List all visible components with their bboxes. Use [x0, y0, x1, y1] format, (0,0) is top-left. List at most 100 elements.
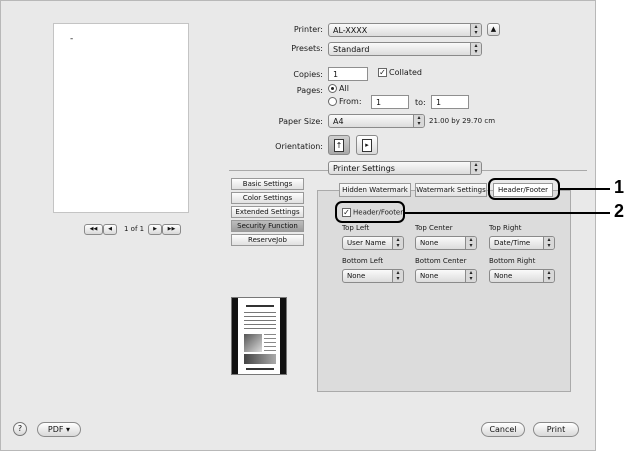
print-label: Print: [546, 425, 566, 434]
preview-dash: -: [70, 34, 74, 44]
thumbnail-photo: [244, 334, 262, 352]
bottom-center-select[interactable]: None ▴ ▾: [415, 269, 477, 283]
thumbnail-text-lines: [244, 312, 276, 332]
presets-select[interactable]: Standard ▴ ▾: [328, 42, 482, 56]
popup-arrows-icon: ▴ ▾: [465, 237, 476, 249]
printer-disclosure-button[interactable]: ▲: [487, 23, 500, 36]
radio-selected-icon: [328, 84, 337, 93]
pdf-button[interactable]: PDF ▾: [37, 422, 81, 437]
callout-line-2: [405, 212, 610, 214]
popup-arrows-icon: ▴ ▾: [413, 115, 424, 127]
tab-label: Watermark Settings: [416, 186, 486, 194]
side-button-reservejob[interactable]: ReserveJob: [231, 234, 304, 246]
thumbnail-left-bar: [232, 298, 238, 374]
triangle-up-icon: ▲: [490, 25, 497, 33]
bottom-center-label: Bottom Center: [415, 257, 467, 265]
print-dialog: - ◀◀ ◀ 1 of 1 ▶ ▶▶ Printer: AL-XXXX ▴ ▾ ▲…: [0, 0, 596, 451]
popup-arrows-icon: ▴ ▾: [543, 270, 554, 282]
portrait-icon: ↑: [334, 139, 344, 152]
bottom-right-label: Bottom Right: [489, 257, 536, 265]
popup-arrows-icon: ▴ ▾: [392, 237, 403, 249]
section-select[interactable]: Printer Settings ▴ ▾: [328, 161, 482, 175]
bottom-center-value: None: [420, 272, 439, 280]
section-value: Printer Settings: [333, 164, 395, 173]
top-left-label: Top Left: [342, 224, 370, 232]
next-page-icon: ▶: [153, 226, 157, 232]
popup-arrows-icon: ▴ ▾: [465, 270, 476, 282]
side-button-label: Basic Settings: [242, 180, 293, 188]
top-right-label: Top Right: [489, 224, 522, 232]
popup-arrows-icon: ▴ ▾: [470, 162, 481, 174]
tab-label: Hidden Watermark: [342, 186, 408, 194]
paper-dimensions: 21.00 by 29.70 cm: [429, 117, 496, 125]
collated-check-icon: ✓: [378, 68, 387, 77]
first-page-icon: ◀◀: [89, 226, 98, 232]
bottom-right-select[interactable]: None ▴ ▾: [489, 269, 555, 283]
bottom-right-value: None: [494, 272, 513, 280]
side-button-label: Extended Settings: [235, 208, 300, 216]
landscape-icon: ▸: [362, 139, 372, 152]
top-center-value: None: [420, 239, 439, 247]
paper-size-label: Paper Size:: [278, 117, 323, 126]
bottom-left-value: None: [347, 272, 366, 280]
orientation-portrait-button[interactable]: ↑: [328, 135, 350, 155]
bottom-left-label: Bottom Left: [342, 257, 384, 265]
thumbnail-right-bar: [280, 298, 286, 374]
side-button-color-settings[interactable]: Color Settings: [231, 192, 304, 204]
pages-all-label: All: [339, 84, 349, 93]
callout-number-2: 2: [614, 201, 625, 221]
side-button-label: Security Function: [237, 222, 298, 230]
side-button-basic-settings[interactable]: Basic Settings: [231, 178, 304, 190]
printer-select[interactable]: AL-XXXX ▴ ▾: [328, 23, 482, 37]
callout-ring-1: [488, 178, 560, 200]
orientation-landscape-button[interactable]: ▸: [356, 135, 378, 155]
side-button-extended-settings[interactable]: Extended Settings: [231, 206, 304, 218]
callout-number-1: 1: [614, 177, 625, 197]
preview-prev-button[interactable]: ◀: [103, 224, 117, 235]
print-button[interactable]: Print: [533, 422, 579, 437]
thumbnail-text-lines-2: [264, 334, 276, 352]
preview-first-button[interactable]: ◀◀: [84, 224, 103, 235]
pages-from-field[interactable]: 1: [371, 95, 409, 109]
help-icon: ?: [17, 424, 23, 433]
callout-ring-2: [335, 201, 405, 223]
popup-arrows-icon: ▴ ▾: [392, 270, 403, 282]
side-button-security-function[interactable]: Security Function: [231, 220, 304, 232]
pages-from-label: From:: [339, 97, 362, 106]
presets-label: Presets:: [291, 44, 323, 53]
top-left-select[interactable]: User Name ▴ ▾: [342, 236, 404, 250]
printer-label: Printer:: [293, 25, 323, 34]
pdf-label: PDF ▾: [47, 425, 71, 434]
top-right-value: Date/Time: [494, 239, 531, 247]
preview-last-button[interactable]: ▶▶: [162, 224, 181, 235]
tab-watermark-settings[interactable]: Watermark Settings: [415, 183, 487, 197]
last-page-icon: ▶▶: [167, 226, 176, 232]
top-right-select[interactable]: Date/Time ▴ ▾: [489, 236, 555, 250]
side-button-label: Color Settings: [242, 194, 293, 202]
cancel-label: Cancel: [489, 425, 517, 434]
popup-arrows-icon: ▴ ▾: [470, 24, 481, 36]
paper-size-select[interactable]: A4 ▴ ▾: [328, 114, 425, 128]
cancel-button[interactable]: Cancel: [481, 422, 525, 437]
top-center-select[interactable]: None ▴ ▾: [415, 236, 477, 250]
orientation-label: Orientation:: [275, 142, 323, 151]
pages-label: Pages:: [296, 86, 323, 95]
collated-checkbox[interactable]: ✓ Collated: [378, 68, 422, 77]
help-button[interactable]: ?: [13, 422, 27, 436]
pages-to-field[interactable]: 1: [431, 95, 469, 109]
prev-page-icon: ◀: [108, 226, 112, 232]
preview-next-button[interactable]: ▶: [148, 224, 162, 235]
popup-arrows-icon: ▴ ▾: [470, 43, 481, 55]
paper-size-value: A4: [333, 117, 344, 126]
tab-hidden-watermark[interactable]: Hidden Watermark: [339, 183, 411, 197]
copies-field[interactable]: 1: [328, 67, 368, 81]
pages-all-radio[interactable]: All: [328, 84, 349, 93]
bottom-left-select[interactable]: None ▴ ▾: [342, 269, 404, 283]
copies-label: Copies:: [293, 70, 323, 79]
page-preview: -: [53, 23, 189, 213]
presets-value: Standard: [333, 45, 370, 54]
side-button-label: ReserveJob: [248, 236, 287, 244]
pages-to-label: to:: [415, 98, 426, 107]
pages-from-radio[interactable]: From:: [328, 97, 362, 106]
thumbnail-footer-line: [246, 368, 274, 370]
